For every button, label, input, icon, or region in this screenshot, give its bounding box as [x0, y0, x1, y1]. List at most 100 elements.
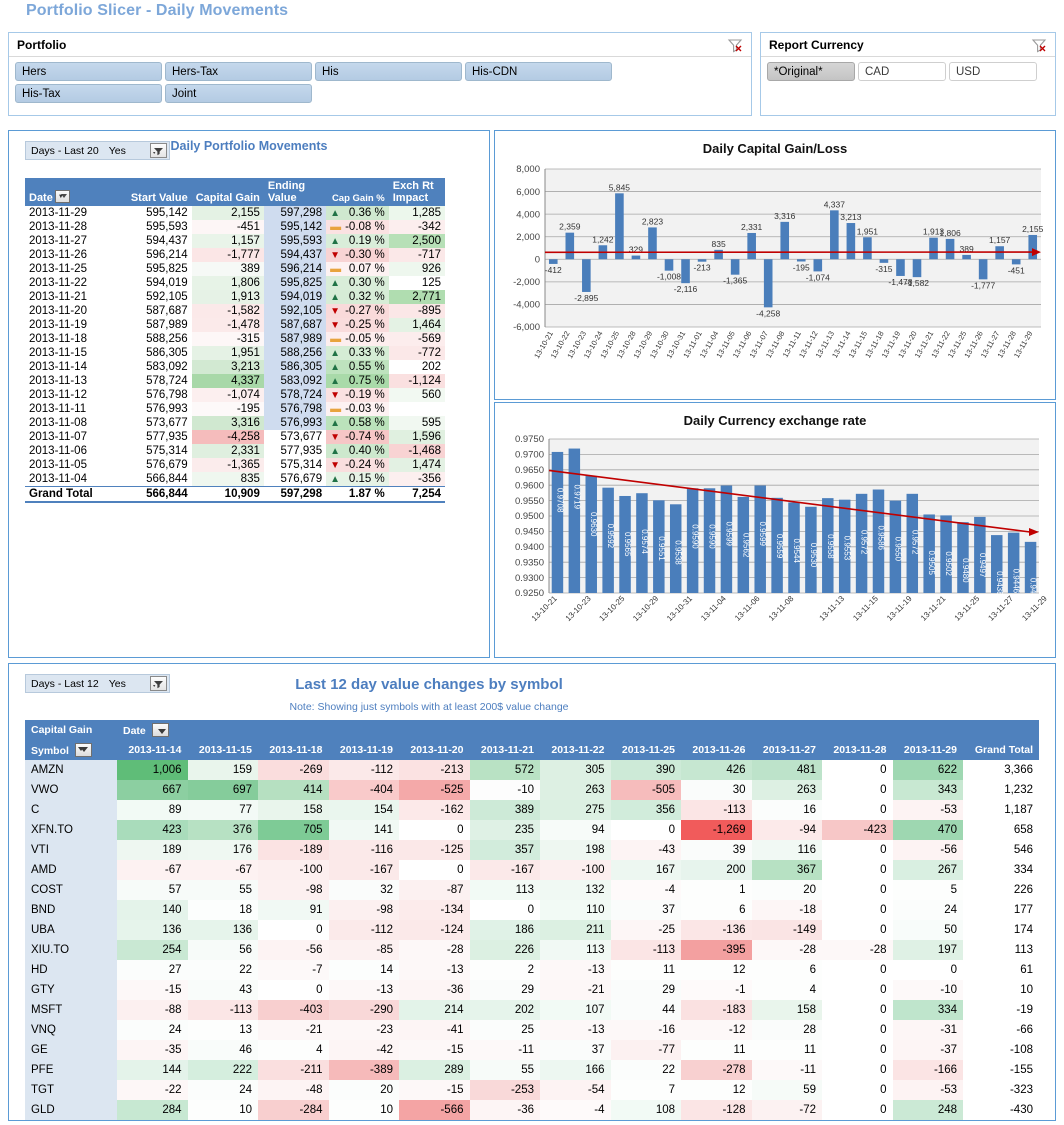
symbols-panel: Days - Last 12 Yes Last 12 day value cha…	[8, 663, 1056, 1121]
cell-value: 0	[399, 860, 470, 880]
cell-row-total: 1,187	[963, 800, 1039, 820]
svg-text:0.9565: 0.9565	[623, 532, 632, 557]
col-exch-impact[interactable]: Exch RtImpact	[389, 178, 445, 206]
col-grand-total[interactable]: Grand Total	[963, 740, 1039, 760]
cell-value: -7	[258, 960, 329, 980]
filter-dropdown-icon[interactable]	[150, 143, 167, 158]
cell-cap-gain-pct: ▲0.32 %	[326, 290, 389, 304]
portfolio-item-hers-tax[interactable]: Hers-Tax	[165, 62, 312, 81]
symbols-days-slicer[interactable]: Days - Last 12 Yes	[25, 674, 170, 693]
svg-text:4,337: 4,337	[824, 199, 846, 209]
svg-text:0.9750: 0.9750	[515, 434, 544, 445]
movements-days-slicer[interactable]: Days - Last 20 Yes	[25, 141, 170, 160]
cell-start-value: 588,256	[122, 332, 191, 346]
symbols-matrix-corner-row: Capital Gain Date	[25, 720, 1039, 740]
sort-filter-icon[interactable]	[55, 190, 70, 203]
svg-text:-2,000: -2,000	[513, 277, 540, 288]
cell-row-total: -66	[963, 1020, 1039, 1040]
svg-text:0.9572: 0.9572	[910, 530, 919, 555]
svg-text:-1,074: -1,074	[806, 272, 830, 282]
portfolio-item-joint[interactable]: Joint	[165, 84, 312, 103]
cell-start-value: 576,993	[122, 402, 191, 416]
cell-start-value: 577,935	[122, 430, 191, 444]
cell-value: 0	[822, 880, 893, 900]
cell-capital-gain: 389	[192, 262, 264, 276]
cell-value: -112	[329, 760, 400, 780]
cell-capital-gain: 3,213	[192, 360, 264, 374]
trend-flat-icon: ▬	[330, 263, 341, 275]
col-date-2013-11-26[interactable]: 2013-11-26	[681, 740, 752, 760]
cell-total-end: 597,298	[264, 487, 326, 503]
clear-filter-icon[interactable]	[727, 37, 743, 53]
currency-item-cad[interactable]: CAD	[858, 62, 946, 81]
cell-value: -53	[893, 1080, 964, 1100]
cell-ending-value: 576,679	[264, 472, 326, 487]
portfolio-item-hers[interactable]: Hers	[15, 62, 162, 81]
cell-value: -16	[611, 1020, 682, 1040]
cell-capital-gain: -451	[192, 220, 264, 234]
svg-text:0.9559: 0.9559	[775, 534, 784, 559]
col-date[interactable]: Date	[25, 178, 122, 206]
cell-value: 4	[752, 980, 823, 1000]
col-capital-gain[interactable]: Capital Gain	[192, 178, 264, 206]
col-date-2013-11-25[interactable]: 2013-11-25	[611, 740, 682, 760]
col-ending-value[interactable]: EndingValue	[264, 178, 326, 206]
col-date-2013-11-27[interactable]: 2013-11-27	[752, 740, 823, 760]
cell-value: 186	[470, 920, 541, 940]
cell-value: 77	[188, 800, 259, 820]
col-date-2013-11-19[interactable]: 2013-11-19	[329, 740, 400, 760]
cell-value: 263	[540, 780, 611, 800]
capital-gain-chart: -6,000-4,000-2,00002,0004,0006,0008,000-…	[497, 159, 1053, 389]
svg-text:13-11-08: 13-11-08	[767, 594, 796, 623]
cell-row-total: 334	[963, 860, 1039, 880]
col-date-2013-11-15[interactable]: 2013-11-15	[188, 740, 259, 760]
clear-filter-icon[interactable]	[1031, 37, 1047, 53]
cell-value: 24	[893, 900, 964, 920]
cell-value: 423	[117, 820, 188, 840]
cell-start-value: 594,437	[122, 234, 191, 248]
cell-value: 154	[329, 800, 400, 820]
cell-value: 389	[470, 800, 541, 820]
cell-value: -13	[540, 960, 611, 980]
currency-item-usd[interactable]: USD	[949, 62, 1037, 81]
cell-exch-impact: -1,124	[389, 374, 445, 388]
filter-dropdown-icon[interactable]	[150, 676, 167, 691]
corner-date[interactable]: Date	[117, 720, 1039, 740]
cell-start-value: 595,142	[122, 206, 191, 220]
col-symbol[interactable]: Symbol	[25, 740, 117, 760]
symbols-section-title: Last 12 day value changes by symbol	[189, 676, 669, 693]
svg-text:-2,895: -2,895	[574, 293, 598, 303]
col-date-2013-11-22[interactable]: 2013-11-22	[540, 740, 611, 760]
currency-item-original[interactable]: *Original*	[767, 62, 855, 81]
cell-capital-gain: 1,157	[192, 234, 264, 248]
col-date-2013-11-14[interactable]: 2013-11-14	[117, 740, 188, 760]
cell-value: -167	[329, 860, 400, 880]
col-cap-gain-pct[interactable]: Cap Gain %	[326, 178, 389, 206]
portfolio-item-his[interactable]: His	[315, 62, 462, 81]
cell-total-exch: 7,254	[389, 487, 445, 503]
col-date-2013-11-20[interactable]: 2013-11-20	[399, 740, 470, 760]
col-date-2013-11-18[interactable]: 2013-11-18	[258, 740, 329, 760]
date-dropdown-icon[interactable]	[152, 723, 169, 737]
cell-value: -253	[470, 1080, 541, 1100]
col-date-2013-11-28[interactable]: 2013-11-28	[822, 740, 893, 760]
cell-value: -284	[258, 1100, 329, 1120]
cell-symbol: HD	[25, 960, 117, 980]
portfolio-item-his-cdn[interactable]: His-CDN	[465, 62, 612, 81]
cell-value: -67	[117, 860, 188, 880]
cell-start-value: 595,825	[122, 262, 191, 276]
cell-value: -100	[540, 860, 611, 880]
col-start-value[interactable]: Start Value	[122, 178, 191, 206]
cell-value: 202	[470, 1000, 541, 1020]
exchange-rate-chart-title: Daily Currency exchange rate	[495, 413, 1055, 428]
col-date-2013-11-21[interactable]: 2013-11-21	[470, 740, 541, 760]
portfolio-item-his-tax[interactable]: His-Tax	[15, 84, 162, 103]
cell-value: -11	[470, 1040, 541, 1060]
sort-filter-icon[interactable]	[75, 743, 92, 757]
svg-text:6,000: 6,000	[516, 187, 540, 198]
cell-value: -189	[258, 840, 329, 860]
col-date-2013-11-29[interactable]: 2013-11-29	[893, 740, 964, 760]
cell-value: 248	[893, 1100, 964, 1120]
svg-text:0.9574: 0.9574	[640, 529, 649, 554]
cell-capital-gain: 4,337	[192, 374, 264, 388]
